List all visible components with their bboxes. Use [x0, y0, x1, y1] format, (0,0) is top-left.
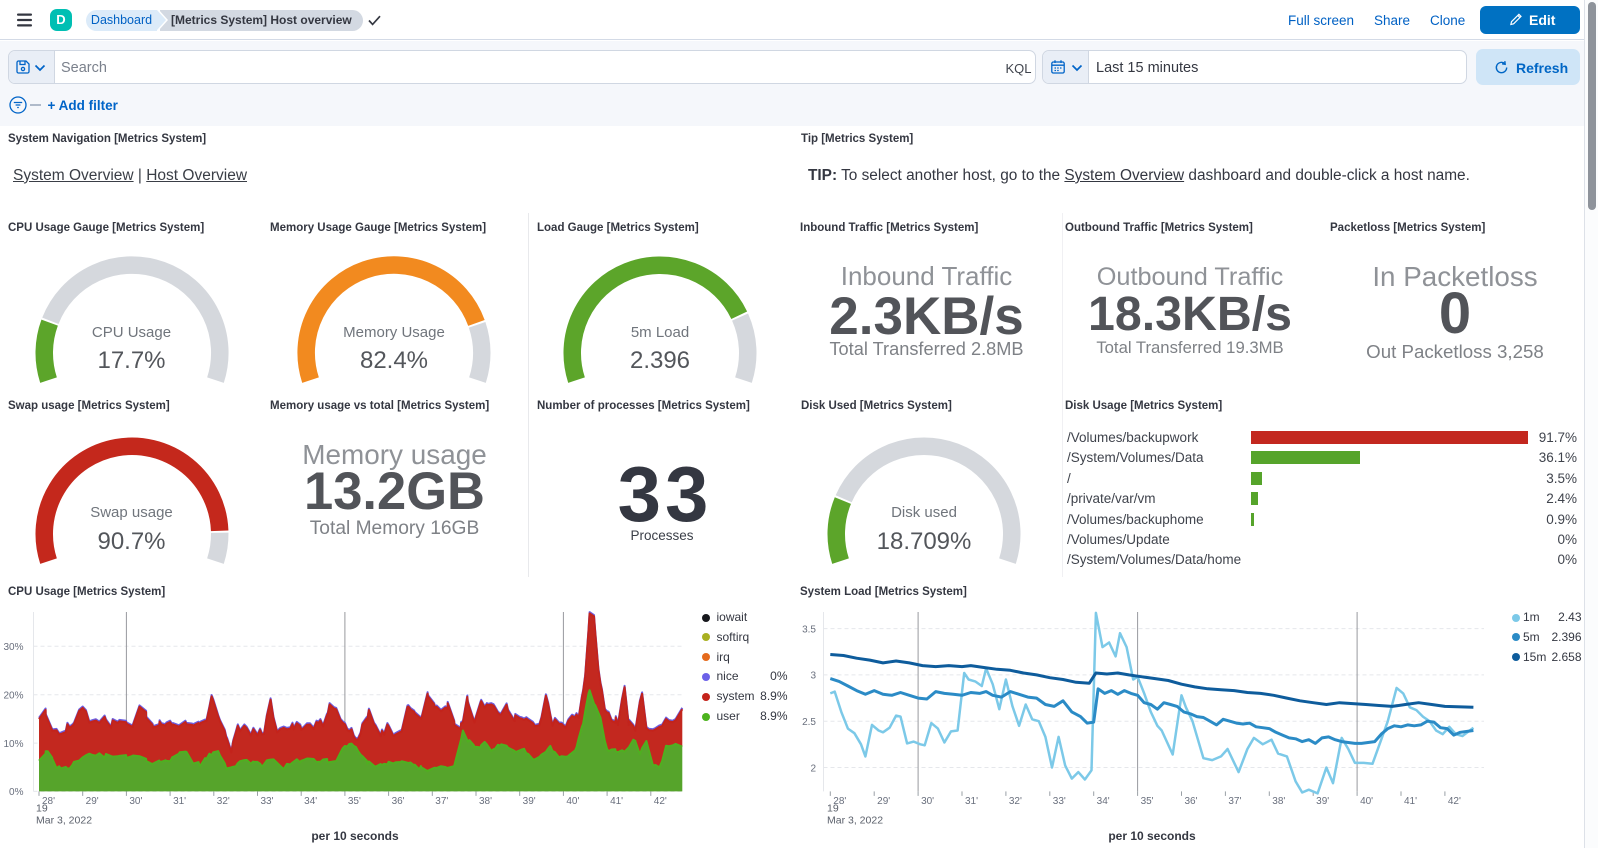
svg-text:31': 31' [965, 796, 978, 807]
svg-text:37': 37' [435, 796, 448, 807]
svg-text:Mar 3, 2022: Mar 3, 2022 [36, 815, 92, 827]
svg-text:30': 30' [129, 796, 142, 807]
svg-text:10%: 10% [3, 739, 23, 750]
svg-text:31': 31' [173, 796, 186, 807]
svg-text:20%: 20% [3, 691, 23, 702]
svg-text:42': 42' [1448, 796, 1461, 807]
svg-text:38': 38' [1272, 796, 1285, 807]
svg-text:35': 35' [348, 796, 361, 807]
svg-text:3: 3 [810, 671, 816, 682]
svg-text:41': 41' [610, 796, 623, 807]
svg-text:2: 2 [810, 763, 816, 774]
svg-text:36': 36' [1184, 796, 1197, 807]
svg-text:36': 36' [392, 796, 405, 807]
svg-text:Mar 3, 2022: Mar 3, 2022 [827, 815, 883, 827]
svg-text:2.5: 2.5 [802, 717, 816, 728]
svg-text:29': 29' [86, 796, 99, 807]
svg-text:19: 19 [827, 803, 839, 815]
svg-text:34': 34' [304, 796, 317, 807]
svg-text:per 10 seconds: per 10 seconds [1108, 829, 1196, 843]
svg-text:30': 30' [921, 796, 934, 807]
svg-text:40': 40' [1360, 796, 1373, 807]
svg-text:19: 19 [36, 803, 48, 815]
svg-text:40': 40' [566, 796, 579, 807]
svg-text:34': 34' [1097, 796, 1110, 807]
svg-text:35': 35' [1141, 796, 1154, 807]
svg-text:per 10 seconds: per 10 seconds [311, 829, 399, 843]
svg-text:0%: 0% [9, 787, 24, 798]
svg-text:39': 39' [523, 796, 536, 807]
svg-text:32': 32' [217, 796, 230, 807]
svg-text:41': 41' [1404, 796, 1417, 807]
svg-text:3.5: 3.5 [802, 624, 816, 635]
svg-text:42': 42' [654, 796, 667, 807]
svg-text:38': 38' [479, 796, 492, 807]
svg-text:30%: 30% [3, 642, 23, 653]
svg-text:39': 39' [1316, 796, 1329, 807]
svg-text:32': 32' [1009, 796, 1022, 807]
svg-text:29': 29' [877, 796, 890, 807]
svg-text:33': 33' [260, 796, 273, 807]
svg-text:37': 37' [1228, 796, 1241, 807]
svg-text:33': 33' [1053, 796, 1066, 807]
